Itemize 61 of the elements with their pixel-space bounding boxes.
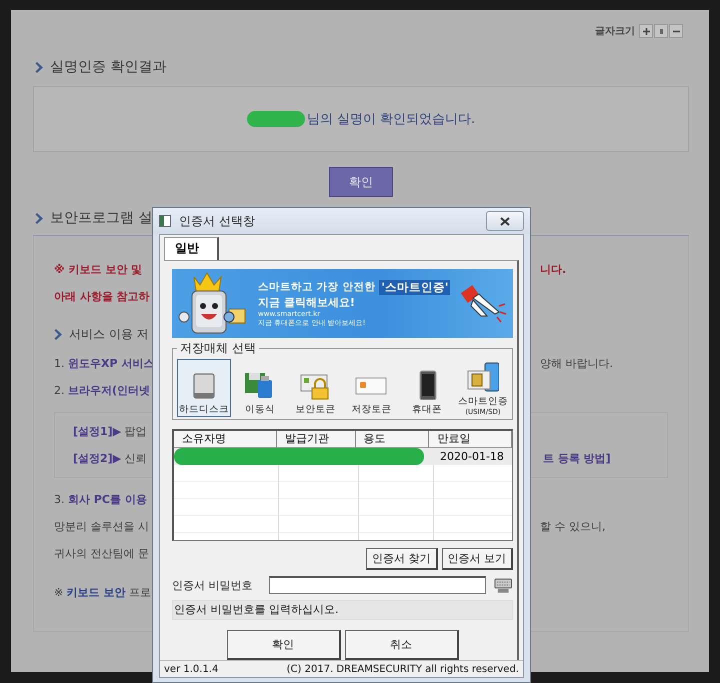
instruction-text: ※ 키보드 보안 프로 bbox=[54, 585, 152, 600]
instruction-text: [설정2]▶ 신뢰 bbox=[73, 451, 147, 466]
field-label: 인증서 비밀번호 bbox=[172, 578, 254, 592]
status-message: 인증서 비밀번호를 입력하십시오. bbox=[172, 600, 513, 620]
keyboard-icon bbox=[494, 576, 513, 594]
certificate-row[interactable]: 2020-01-18 bbox=[174, 448, 512, 465]
banner-subline: 지금 클릭해보세요! bbox=[258, 294, 356, 310]
storage-option[interactable]: 이동식 bbox=[232, 359, 287, 417]
instruction-text: 귀사의 전산팀에 문 bbox=[54, 546, 149, 561]
instruction-text: 양해 바랍니다. bbox=[540, 356, 614, 371]
option-label: 하드디스크 bbox=[179, 403, 229, 416]
enlarge-button[interactable] bbox=[639, 24, 653, 38]
banner-headline: 스마트하고 가장 안전한 bbox=[258, 280, 376, 294]
chevron-icon bbox=[54, 328, 63, 340]
plus-icon bbox=[642, 28, 650, 34]
instruction-text: 아래 사항을 참고하 bbox=[54, 289, 150, 304]
square-icon bbox=[660, 28, 662, 34]
pointing-hand-drawing bbox=[459, 284, 507, 324]
password-field[interactable] bbox=[269, 576, 486, 594]
ok-button[interactable]: 확인 bbox=[226, 630, 340, 660]
option-label: 스마트인증 bbox=[458, 395, 508, 408]
table-cell-text: 2020-01-18 bbox=[439, 449, 505, 465]
section-title: 보안프로그램 설 bbox=[50, 209, 152, 227]
close-icon bbox=[500, 216, 510, 226]
storage-option[interactable]: 저장토큰 bbox=[344, 359, 398, 417]
storage-option[interactable]: 보안토큰 bbox=[288, 359, 343, 417]
tab[interactable]: 일반 bbox=[164, 237, 219, 260]
instruction-text: 2. 브라우저(인터넷 bbox=[54, 383, 150, 398]
shrink-button[interactable] bbox=[669, 24, 683, 38]
chevron-icon bbox=[35, 212, 44, 224]
instruction-text: 망분리 솔루션을 시 bbox=[54, 519, 149, 534]
close-button[interactable] bbox=[486, 211, 524, 231]
storage-option[interactable]: 휴대폰 bbox=[400, 359, 454, 417]
instruction-text: 3. 회사 PC를 이용 bbox=[54, 492, 147, 507]
copyright-text: (C) 2017. DREAMSECURITY all rights reserved. bbox=[286, 664, 519, 675]
reset-size-button[interactable] bbox=[654, 24, 668, 38]
group-title: 저장매체 선택 bbox=[177, 340, 259, 357]
storage-option[interactable]: 하드디스크 bbox=[177, 359, 231, 417]
find-certificate-button[interactable]: 인증서 찾기 bbox=[366, 548, 438, 570]
sim-card-phone-icon bbox=[466, 362, 499, 392]
section-title: 실명인증 확인결과 bbox=[50, 58, 166, 76]
version-text: ver 1.0.1.4 bbox=[164, 664, 218, 675]
instruction-text: 할 수 있으니, bbox=[540, 519, 606, 534]
window-icon bbox=[159, 215, 171, 227]
text-size-label: 글자크기 bbox=[595, 25, 635, 38]
option-label: 보안토큰 bbox=[296, 403, 336, 416]
instruction-text: 니다. bbox=[540, 262, 568, 277]
option-label: 저장토큰 bbox=[351, 403, 392, 416]
cancel-button[interactable]: 취소 bbox=[344, 630, 458, 660]
instruction-text: 트 등록 방법] bbox=[543, 451, 612, 466]
view-certificate-button[interactable]: 인증서 보기 bbox=[442, 548, 513, 570]
result-message: 님의 실명이 확인되었습니다. bbox=[306, 111, 476, 128]
option-label: 휴대폰 bbox=[412, 403, 442, 416]
option-label: 이동식 bbox=[244, 403, 275, 416]
confirm-button[interactable]: 확인 bbox=[329, 167, 393, 197]
instruction-text: ※ 키보드 보안 및 bbox=[54, 262, 142, 277]
subsection-title: 서비스 이용 저 bbox=[69, 326, 149, 342]
instruction-text: [설정1]▶ 팝업 bbox=[73, 424, 147, 439]
banner-highlight: '스마트인증' bbox=[379, 280, 450, 294]
window-title: 인증서 선택창 bbox=[179, 212, 255, 230]
chevron-icon bbox=[35, 60, 44, 74]
